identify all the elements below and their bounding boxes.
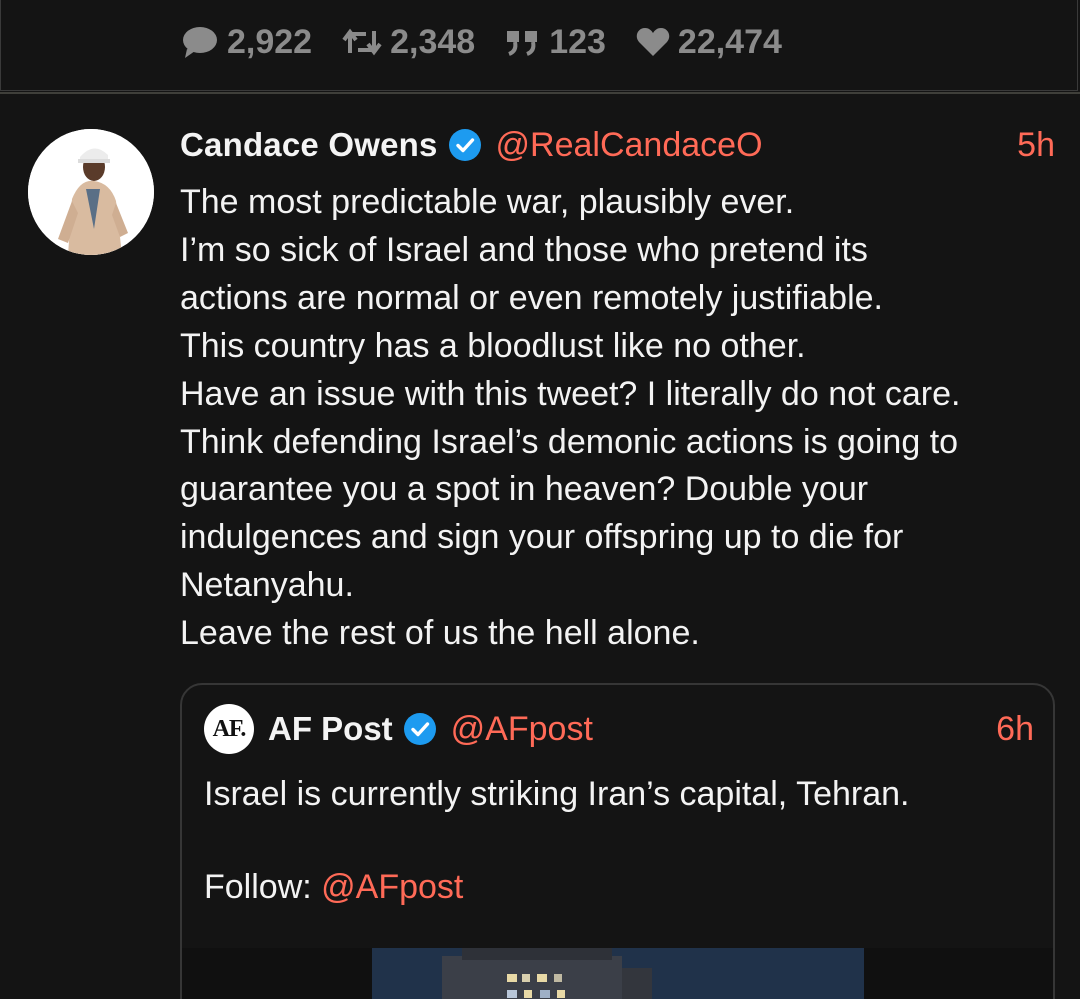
af-post-logo-text: AF. [212,715,247,742]
quoted-tweet-timestamp[interactable]: 6h [996,710,1034,749]
quoted-tweet-text: Israel is currently striking Iran’s capi… [204,775,910,813]
timeline: 2,922 2,348 123 22,474 Candace Owens @Re… [0,0,1080,999]
tweet-body: The most predictable war, plausibly ever… [180,179,1050,658]
retweets-count: 2,348 [390,22,476,61]
verified-badge-icon [448,129,481,161]
tweet-line: I’m so sick of Israel and those who pret… [180,230,868,269]
tweet-timestamp[interactable]: 5h [1017,126,1055,165]
quoted-tweet-follow-line: Follow: @AFpost [204,868,463,907]
replies-stat[interactable]: 2,922 [181,23,312,62]
tweet-line: actions are normal or even remotely just… [180,278,883,317]
building-photo [372,948,864,999]
comment-icon [183,27,217,58]
quoted-author-name[interactable]: AF Post [268,710,393,748]
follow-mention-link[interactable]: @AFpost [321,868,463,906]
tweet-line: This country has a bloodlust like no oth… [180,326,806,365]
af-post-logo[interactable]: AF. [204,704,254,754]
tweet-line: Leave the rest of us the hell alone. [180,614,700,653]
tweet-line: The most predictable war, plausibly ever… [180,183,795,221]
quoted-media-image[interactable] [372,948,864,999]
author-handle[interactable]: @RealCandaceO [496,126,763,165]
avatar[interactable] [28,129,154,255]
quote-icon [507,31,538,56]
heart-icon [636,28,670,56]
author-name[interactable]: Candace Owens [180,126,438,164]
tweet-stats-bar: 2,922 2,348 123 22,474 [181,20,812,64]
likes-count: 22,474 [677,22,782,61]
follow-label: Follow: [204,868,322,906]
quoted-tweet-card[interactable]: AF. AF Post @AFpost 6h Israel is current… [180,683,1055,999]
tweet-line: Think defending Israel’s demonic actions… [180,422,959,461]
tweet-line: guarantee you a spot in heaven? Double y… [180,470,869,509]
quotes-count: 123 [549,22,606,61]
likes-stat[interactable]: 22,474 [636,23,782,62]
retweets-stat[interactable]: 2,348 [342,23,475,62]
quoted-tweet-header: AF. AF Post @AFpost 6h [204,704,1034,754]
avatar-photo [28,129,154,255]
quotes-stat[interactable]: 123 [505,23,606,62]
tweet-author-row: Candace Owens @RealCandaceO 5h [180,122,1055,168]
tweet-divider [0,92,1080,94]
previous-tweet-card: 2,922 2,348 123 22,474 [0,0,1078,91]
replies-count: 2,922 [227,22,313,61]
quoted-author-handle[interactable]: @AFpost [451,710,593,749]
retweet-icon [342,28,382,56]
tweet-line: indulgences and sign your offspring up t… [180,518,904,557]
tweet-line: Netanyahu. [180,566,354,605]
tweet-line: Have an issue with this tweet? I literal… [180,374,961,413]
verified-badge-icon [403,713,436,745]
